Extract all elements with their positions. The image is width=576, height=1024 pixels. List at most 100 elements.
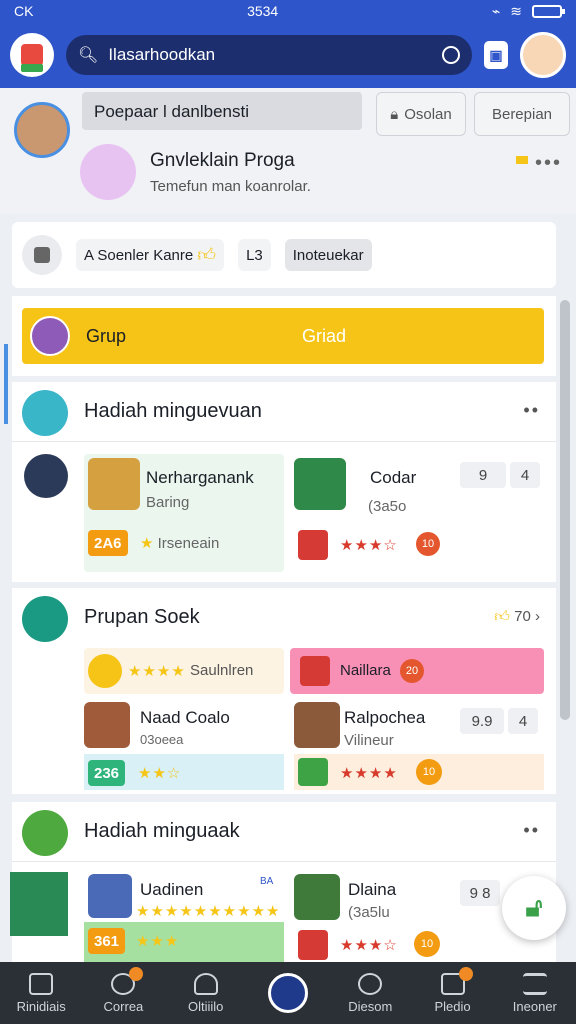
gift-card-right[interactable]: Codar (3a5o 9 4 ★★★☆ 10 bbox=[294, 454, 550, 572]
battery-icon bbox=[532, 4, 565, 18]
card-count-button[interactable]: 9 8 bbox=[460, 880, 500, 906]
nav-item-chat[interactable]: Correa bbox=[83, 966, 163, 1014]
search-bar[interactable]: 🔍︎ bbox=[66, 35, 472, 75]
nav-label: Ineoner bbox=[512, 998, 557, 1014]
tag-card-left[interactable]: ★★★★ Saulnlren bbox=[84, 648, 284, 694]
profile-name-box[interactable]: Poepaar l danlbensti bbox=[82, 92, 362, 130]
filter-chip-2[interactable]: L3 bbox=[238, 239, 271, 271]
secondary-subtitle: Temefun man koanrolar. bbox=[150, 178, 311, 195]
group-label: Grup bbox=[86, 325, 127, 346]
card-thumbnail bbox=[294, 874, 340, 920]
nav-label: Pledio bbox=[434, 998, 471, 1014]
status-left: CK bbox=[14, 3, 34, 19]
gear-icon bbox=[22, 810, 68, 856]
floating-action-button[interactable]: 🔓︎ bbox=[502, 876, 566, 940]
wifi-icon: ≋ bbox=[510, 2, 522, 19]
card-tag: BA bbox=[260, 876, 274, 887]
nav-label: Rinidiais bbox=[16, 998, 66, 1014]
gift-card-right[interactable]: Ralpochea Vilineur 9.9 4 ★★★★ 10 bbox=[294, 698, 544, 790]
scroll-accent bbox=[4, 344, 8, 424]
coin-icon bbox=[88, 654, 122, 688]
nav-item-profile[interactable]: Oltiiilo bbox=[166, 972, 246, 1014]
user-avatar[interactable] bbox=[520, 32, 566, 78]
nav-item-center[interactable] bbox=[248, 973, 328, 1013]
secondary-avatar[interactable] bbox=[80, 144, 136, 200]
star-icon: ★ bbox=[140, 535, 158, 552]
rating-stars-small: ★★★ bbox=[136, 933, 180, 950]
tag-label: Saulnlren bbox=[190, 662, 254, 679]
section-title: Hadiah minguevuan bbox=[84, 400, 262, 422]
tag-card-right[interactable]: Naillara 20 bbox=[290, 648, 544, 694]
lock-button[interactable] bbox=[22, 235, 62, 275]
lock-icon bbox=[34, 247, 50, 263]
see-more-label: 70 bbox=[514, 608, 531, 625]
card-thumbnail bbox=[294, 458, 346, 510]
see-more-link[interactable]: 👍︎ 70 › bbox=[494, 608, 540, 626]
filter-chip-3[interactable]: Inoteuekar bbox=[284, 239, 372, 271]
card-count-button[interactable]: 9.9 bbox=[460, 708, 504, 734]
notification-badge bbox=[129, 966, 144, 981]
filter-chip-3-label: Inoteuekar bbox=[292, 246, 364, 264]
nav-item-shop[interactable]: Pledio bbox=[413, 966, 493, 1014]
side-banner[interactable] bbox=[10, 872, 68, 936]
card-badge: 2A6 bbox=[88, 530, 128, 556]
tab-berepian[interactable]: Berepian bbox=[474, 92, 570, 136]
card-thumbnail bbox=[294, 702, 340, 748]
secondary-name: Gnvleklain Proga bbox=[150, 150, 295, 171]
card-thumbnail bbox=[88, 458, 140, 510]
group-panel: Grup Griad bbox=[12, 296, 556, 376]
gift-icon bbox=[298, 930, 328, 960]
count-badge: 10 bbox=[416, 532, 440, 556]
nav-item-settings[interactable]: Diesom bbox=[330, 972, 410, 1014]
scrollbar[interactable] bbox=[560, 300, 570, 720]
card-title: Dlaina bbox=[348, 880, 397, 899]
filter-chip-1[interactable]: A Soenler Kanre 👍︎ bbox=[76, 239, 225, 271]
thumbs-up-icon: 👍︎ bbox=[494, 608, 515, 625]
more-options-icon[interactable]: ••• bbox=[535, 152, 562, 175]
bag-icon bbox=[440, 966, 473, 995]
card-badge: 236 bbox=[88, 760, 126, 786]
profile-card: Poepaar l danlbensti 🔒︎ Osolan Berepian … bbox=[0, 88, 576, 214]
more-options-icon[interactable]: •• bbox=[523, 820, 540, 841]
filter-chip-1-label: A Soenler Kanre bbox=[84, 246, 194, 264]
card-action-button[interactable]: 4 bbox=[510, 462, 540, 488]
count-badge: 10 bbox=[414, 931, 440, 957]
chat-icon bbox=[111, 966, 144, 995]
gift-card-left[interactable]: Naad Coalo 03oeea 236 ★★☆ bbox=[84, 698, 284, 790]
card-thumbnail bbox=[84, 702, 130, 748]
group-bar[interactable]: Grup Griad bbox=[22, 308, 544, 364]
tab-osolan[interactable]: 🔒︎ Osolan bbox=[376, 92, 466, 136]
clock-icon[interactable] bbox=[442, 46, 460, 64]
nav-item-menu[interactable]: Ineoner bbox=[495, 972, 575, 1014]
notification-badge bbox=[458, 966, 473, 981]
more-options-icon[interactable]: •• bbox=[523, 400, 540, 421]
card-subtitle: Vilineur bbox=[344, 732, 394, 749]
gift-card-left[interactable]: Nerharganank Baring 2A6 ★ Irseneain bbox=[84, 454, 284, 572]
group-right-label: Griad bbox=[302, 326, 347, 346]
card-title: Naad Coalo bbox=[140, 708, 230, 727]
app-logo[interactable] bbox=[10, 33, 54, 77]
card-action-button[interactable]: 4 bbox=[508, 708, 538, 734]
gift-icon bbox=[21, 44, 43, 72]
rating-stars: ★★★☆ bbox=[340, 937, 398, 954]
status-time: 3534 bbox=[247, 3, 279, 19]
user-avatar-small[interactable] bbox=[24, 454, 68, 498]
wallet-button[interactable]: ▣ bbox=[484, 41, 508, 69]
status-bar: CK 3534 ⌁ ≋ bbox=[0, 0, 576, 22]
nav-item-home[interactable]: Rinidiais bbox=[1, 972, 81, 1014]
gear-icon bbox=[358, 972, 383, 995]
card-title: Codar bbox=[370, 468, 417, 487]
rating-stars: ★★★★★★★★★★ bbox=[136, 903, 281, 920]
card-count-button[interactable]: 9 bbox=[460, 462, 506, 488]
tab-osolan-label: Osolan bbox=[404, 105, 452, 123]
clock-icon bbox=[267, 973, 308, 1013]
section-avatar-icon bbox=[22, 390, 68, 436]
lock-icon: 🔒︎ bbox=[390, 105, 399, 123]
rating-stars: ★★★☆ bbox=[340, 537, 398, 554]
card-subtitle: 03oeea bbox=[140, 732, 184, 747]
profile-avatar[interactable] bbox=[14, 102, 70, 158]
gift-card-right[interactable]: Dlaina (3a5lu 9 8 ★★★☆ 10 bbox=[294, 870, 500, 962]
gift-card-left[interactable]: Uadinen BA ★★★★★★★★★★ 361 ★★★ bbox=[84, 870, 284, 962]
card-note: ★ Irseneain bbox=[140, 534, 219, 552]
search-input[interactable] bbox=[108, 45, 432, 65]
